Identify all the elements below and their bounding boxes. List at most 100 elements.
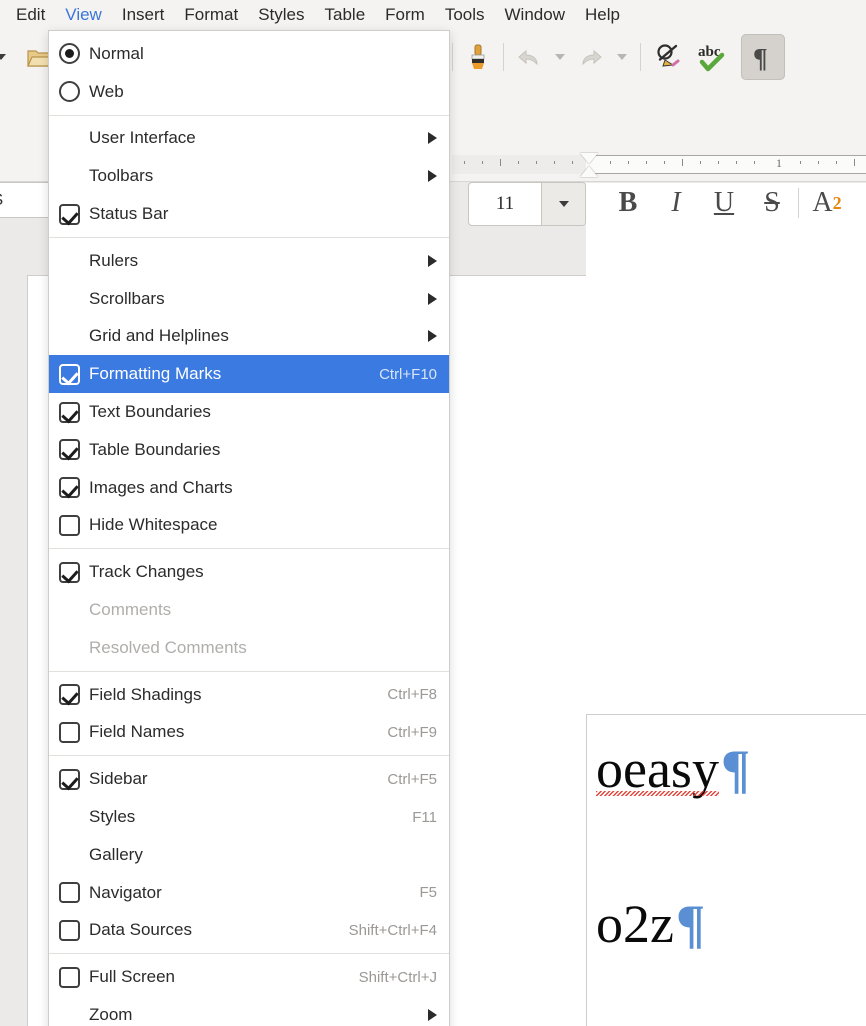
menu-item-grid-and-helplines[interactable]: Grid and Helplines [49, 318, 449, 356]
clone-formatting-button[interactable] [459, 36, 497, 78]
menubar-item-tools[interactable]: Tools [435, 2, 495, 29]
redo-dropdown-button[interactable] [610, 36, 634, 78]
spelling-check-abc-icon: abc [698, 44, 725, 71]
menu-item-label: Web [89, 81, 124, 101]
menu-item-table-boundaries[interactable]: Table Boundaries [49, 431, 449, 469]
menu-item-formatting-marks[interactable]: Formatting Marks Ctrl+F10 [49, 355, 449, 394]
checkbox-unchecked-icon[interactable] [59, 966, 80, 988]
menu-item-full-screen[interactable]: Full Screen Shift+Ctrl+J [49, 958, 449, 996]
font-size-value[interactable]: 11 [469, 183, 541, 225]
menu-item-text-boundaries[interactable]: Text Boundaries [49, 393, 449, 431]
menu-item-label: Images and Charts [89, 477, 233, 497]
menu-item-track-changes[interactable]: Track Changes [49, 553, 449, 591]
menubar-item-form[interactable]: Form [375, 2, 435, 29]
strikethrough-button[interactable]: S [748, 180, 796, 226]
menu-item-checkbox [59, 882, 89, 904]
menubar-item-styles[interactable]: Styles [248, 2, 314, 29]
menu-item-checkbox [59, 768, 89, 790]
menu-item-label: Scrollbars [89, 288, 165, 308]
checkbox-checked-icon[interactable] [59, 401, 80, 423]
menubar-item-format[interactable]: Format [174, 2, 248, 29]
radio-unselected-icon[interactable] [59, 81, 80, 103]
undo-dropdown-button[interactable] [548, 36, 572, 78]
menu-item-user-interface[interactable]: User Interface [49, 120, 449, 158]
menu-item-normal[interactable]: Normal [49, 35, 449, 73]
bold-glyph: B [618, 187, 638, 218]
checkbox-checked-icon[interactable] [59, 439, 80, 461]
menubar-item-window[interactable]: Window [495, 2, 575, 29]
find-and-replace-button[interactable] [647, 36, 691, 78]
checkbox-checked-icon[interactable] [59, 684, 80, 706]
toolbar-separator [503, 42, 504, 71]
checkbox-unchecked-icon[interactable] [59, 882, 80, 904]
menu-item-web[interactable]: Web [49, 73, 449, 111]
italic-glyph: I [671, 187, 681, 218]
menu-item-checkbox [59, 401, 89, 423]
first-line-indent-marker-icon[interactable] [580, 153, 598, 164]
menu-item-gallery[interactable]: Gallery [49, 836, 449, 874]
checkbox-checked-icon[interactable] [59, 768, 80, 790]
bold-button[interactable]: B [604, 180, 652, 226]
menu-item-label: Toolbars [89, 166, 154, 186]
view-dropdown-menu[interactable]: Normal Web User Interface Toolbars Status Ba… [48, 30, 450, 1026]
ruler-number-1: 1 [776, 156, 782, 170]
misspelled-word[interactable]: oeasy [596, 738, 719, 800]
checkbox-checked-icon[interactable] [59, 561, 80, 583]
menu-item-sidebar[interactable]: Sidebar Ctrl+F5 [49, 760, 449, 798]
menu-item-toolbars[interactable]: Toolbars [49, 157, 449, 195]
horizontal-ruler[interactable]: 1 [452, 152, 866, 178]
checkbox-checked-icon[interactable] [59, 203, 80, 225]
menu-item-status-bar[interactable]: Status Bar [49, 195, 449, 233]
menu-item-images-and-charts[interactable]: Images and Charts [49, 469, 449, 507]
submenu-arrow-icon [428, 132, 437, 145]
superscript-exponent-glyph: 2 [832, 192, 842, 213]
submenu-arrow-icon [428, 292, 437, 305]
font-size-dropdown-button[interactable] [541, 183, 585, 225]
left-indent-marker-icon[interactable] [580, 166, 598, 177]
checkbox-checked-icon[interactable] [59, 477, 80, 499]
menu-item-label: Resolved Comments [89, 637, 247, 657]
menu-item-scrollbars[interactable]: Scrollbars [49, 280, 449, 318]
menu-item-field-shadings[interactable]: Field Shadings Ctrl+F8 [49, 676, 449, 714]
spelling-button[interactable]: abc [691, 36, 737, 78]
document-paragraph-2[interactable]: o2z ¶ [596, 893, 705, 955]
checkbox-unchecked-icon[interactable] [59, 514, 80, 536]
toolbar-separator [798, 188, 799, 218]
open-dropdown-button[interactable] [0, 36, 20, 78]
menubar-item-table[interactable]: Table [315, 2, 376, 29]
menu-item-rulers[interactable]: Rulers [49, 242, 449, 280]
menu-item-shortcut: F5 [419, 884, 437, 902]
redo-button[interactable] [572, 36, 610, 78]
font-size-combobox[interactable]: 11 [468, 182, 586, 226]
checkbox-checked-icon[interactable] [59, 363, 80, 385]
menu-item-data-sources[interactable]: Data Sources Shift+Ctrl+F4 [49, 912, 449, 950]
menu-item-label: Gallery [89, 844, 143, 864]
menu-item-navigator[interactable]: Navigator F5 [49, 874, 449, 912]
menubar-item-insert[interactable]: Insert [112, 2, 175, 29]
menu-item-checkbox [59, 966, 89, 988]
menu-item-label: Table Boundaries [89, 439, 221, 459]
superscript-button[interactable]: A2 [801, 180, 853, 226]
checkbox-unchecked-icon[interactable] [59, 919, 80, 941]
menubar-item-view[interactable]: View [55, 2, 112, 33]
italic-button[interactable]: I [652, 180, 700, 226]
formatting-marks-button[interactable]: ¶ [741, 33, 785, 80]
document-paragraph-1[interactable]: oeasy ¶ [596, 738, 750, 800]
menubar-item-edit[interactable]: Edit [6, 2, 55, 29]
underline-button[interactable]: U [700, 180, 748, 226]
menu-item-checkbox [59, 439, 89, 461]
undo-button[interactable] [510, 36, 548, 78]
checkbox-unchecked-icon[interactable] [59, 721, 80, 743]
menubar-item-help[interactable]: Help [575, 2, 630, 29]
menu-item-label: Text Boundaries [89, 402, 211, 422]
menu-item-zoom[interactable]: Zoom [49, 996, 449, 1026]
chevron-down-icon [558, 201, 569, 207]
menu-item-styles[interactable]: Styles F11 [49, 798, 449, 836]
radio-selected-icon[interactable] [59, 43, 80, 65]
chevron-down-icon [0, 53, 6, 60]
menu-item-field-names[interactable]: Field Names Ctrl+F9 [49, 714, 449, 752]
menu-item-label: Styles [89, 807, 136, 827]
menu-item-label: Comments [89, 600, 172, 620]
menu-item-label: Normal [89, 43, 144, 63]
menu-item-hide-whitespace[interactable]: Hide Whitespace [49, 507, 449, 545]
